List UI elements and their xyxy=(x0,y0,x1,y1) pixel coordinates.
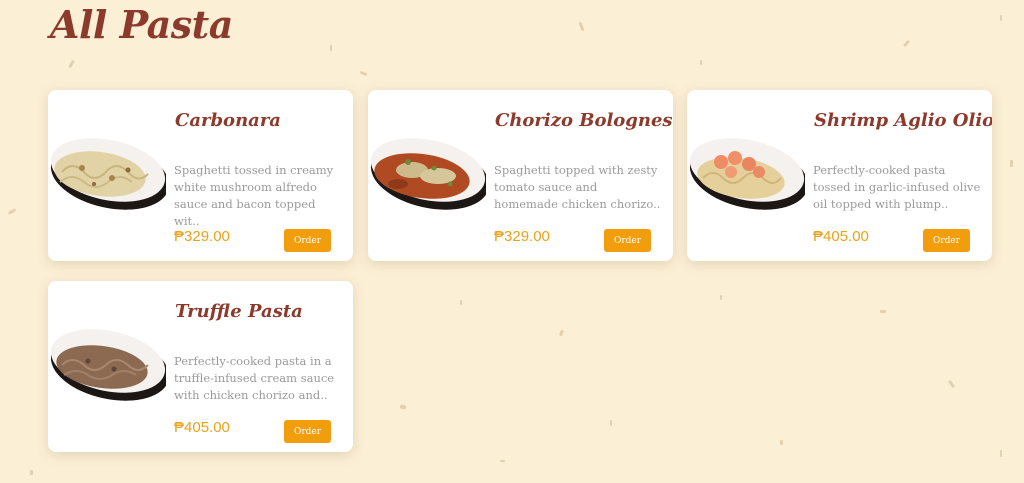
item-description: Spaghetti tossed in creamy white mushroo… xyxy=(174,163,334,228)
item-description: Perfectly-cooked pasta in a truffle-infu… xyxy=(174,354,335,402)
carbonara-plate-image xyxy=(48,132,166,218)
item-price: ₱405.00 xyxy=(813,228,869,245)
item-price: ₱329.00 xyxy=(174,228,230,245)
item-name: Truffle Pasta xyxy=(175,301,303,322)
order-button[interactable]: Order xyxy=(604,229,651,252)
item-description: Spaghetti topped with zesty tomato sauce… xyxy=(494,163,661,211)
menu-item-card[interactable]: Truffle Pasta Perfectly-cooked pasta in … xyxy=(48,281,353,452)
order-button[interactable]: Order xyxy=(923,229,970,252)
item-price: ₱329.00 xyxy=(494,228,550,245)
item-price: ₱405.00 xyxy=(174,419,230,436)
item-description: Perfectly-cooked pasta tossed in garlic-… xyxy=(813,163,981,211)
bolognese-plate-image xyxy=(368,132,486,218)
order-button[interactable]: Order xyxy=(284,229,331,252)
menu-item-card[interactable]: Chorizo Bolognese Spaghetti topped with … xyxy=(368,90,673,261)
order-button[interactable]: Order xyxy=(284,420,331,443)
item-name: Carbonara xyxy=(175,110,281,131)
page-title: All Pasta xyxy=(50,2,233,47)
item-name: Shrimp Aglio Olio xyxy=(814,110,992,131)
menu-item-card[interactable]: Carbonara Spaghetti tossed in creamy whi… xyxy=(48,90,353,261)
aglio-olio-plate-image xyxy=(687,132,805,218)
truffle-plate-image xyxy=(48,323,166,409)
item-name: Chorizo Bolognese xyxy=(495,110,673,131)
menu-item-card[interactable]: Shrimp Aglio Olio Perfectly-cooked pasta… xyxy=(687,90,992,261)
